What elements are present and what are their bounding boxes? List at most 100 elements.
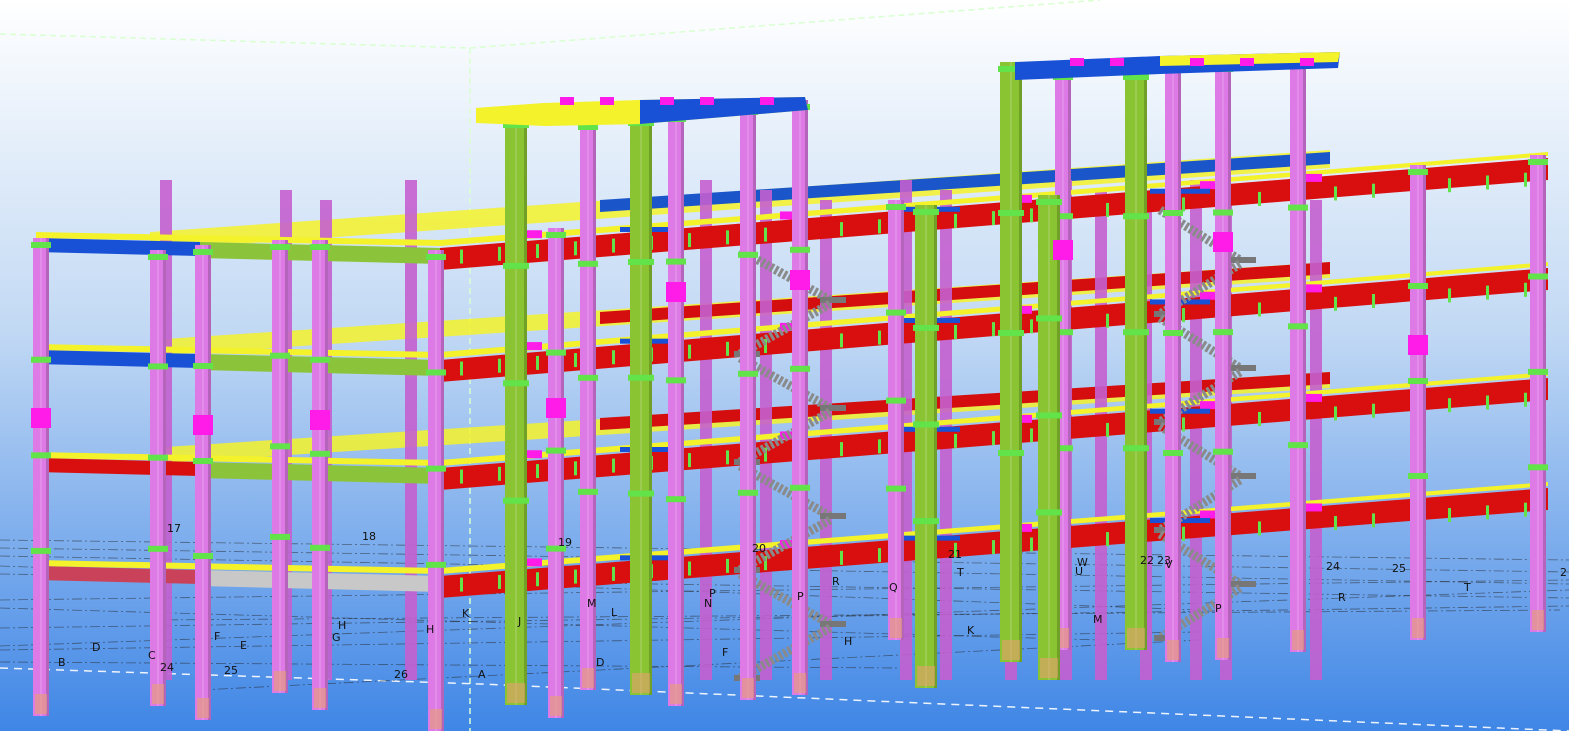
stiffener [1448, 178, 1451, 193]
base-plate [546, 447, 566, 454]
grid-label: 19 [558, 536, 572, 549]
grid-label: D [596, 656, 604, 669]
column-shade [46, 238, 49, 716]
stiffener [574, 461, 577, 476]
grid-label: H [844, 635, 852, 648]
column-base [582, 668, 594, 688]
base-plate [1123, 213, 1149, 220]
column-bracket [790, 270, 810, 290]
base-plate [666, 496, 686, 503]
stair-landing [1230, 473, 1256, 479]
stiffener [612, 458, 615, 473]
stiffener [1448, 508, 1451, 523]
base-plate [998, 330, 1024, 336]
column-shade [561, 228, 564, 718]
column-bracket [666, 282, 686, 302]
base-plate [1036, 199, 1062, 205]
base-plate [148, 454, 168, 461]
stiffener [878, 219, 881, 234]
column-shade [649, 116, 652, 695]
stiffener [460, 469, 463, 484]
stiffener [726, 230, 729, 245]
stiffener [1182, 526, 1185, 541]
roof-bracket [1070, 58, 1084, 66]
stiffener [1372, 513, 1375, 528]
grid-label: 22 [1140, 554, 1154, 567]
grid-label: E [240, 639, 247, 652]
grid-label: M [1093, 613, 1103, 626]
roof-bracket [1190, 58, 1204, 66]
base-plate [546, 349, 566, 356]
base-plate [628, 490, 654, 497]
base-plate [426, 254, 446, 260]
roof-bracket [660, 97, 674, 105]
grid-label: 17 [167, 522, 181, 535]
stiffener [1030, 428, 1033, 443]
stiffener [840, 333, 843, 348]
base-plate [1408, 473, 1428, 479]
steel-frame-3d-model[interactable]: 1718 19 20 21W 22 23V 24 25 2DCB 24 25FEHGH26KJMLP… [0, 0, 1569, 731]
base-plate [913, 518, 939, 525]
stiffener [498, 358, 501, 373]
grid-label: 26 [394, 668, 408, 681]
stiffener [536, 244, 539, 259]
stiffener [574, 241, 577, 256]
stiffener [1486, 395, 1489, 410]
column-bracket [1053, 240, 1073, 260]
base-plate [193, 363, 213, 369]
base-plate [790, 365, 810, 372]
column-base [1532, 610, 1544, 630]
grid-label: B [58, 656, 66, 669]
column-shade [1543, 155, 1546, 632]
stiffener [1334, 186, 1337, 201]
stiffener [1524, 502, 1527, 517]
base-plate [578, 260, 598, 267]
column-bracket [1213, 232, 1233, 252]
grid-label: P [1215, 602, 1222, 615]
column-base [35, 694, 47, 714]
base-plate [628, 374, 654, 381]
grid-label: 20 [752, 542, 766, 555]
stiffener [536, 355, 539, 370]
stiffener [1372, 403, 1375, 418]
model-viewport[interactable]: 17 18 19 20 21 W 22 23 V 24 25 2 D C B 24 25 F E H G H 26 K J M L P… [0, 0, 1569, 731]
column-web [1048, 195, 1050, 680]
stiffener [574, 569, 577, 584]
column-web [640, 116, 642, 695]
grid-label: 25 [224, 664, 238, 677]
stiffener [1448, 398, 1451, 413]
base-plate [1408, 169, 1428, 175]
base-plate [1036, 315, 1062, 322]
column-base [152, 684, 164, 704]
grid-label: J [517, 615, 521, 628]
base-plate [31, 356, 51, 363]
column-base [1217, 638, 1229, 658]
grid-label: 18 [362, 530, 376, 543]
column-web [1222, 62, 1224, 660]
stiffener [1106, 202, 1109, 217]
grid-label: R [832, 575, 840, 588]
base-plate [148, 545, 168, 552]
base-plate [738, 251, 758, 258]
column-base [314, 688, 326, 708]
grid-label: 2 [1560, 566, 1567, 579]
stiffener [840, 550, 843, 565]
base-plate [193, 553, 213, 559]
grid-label: F [722, 646, 728, 659]
grid-label: A [478, 668, 486, 681]
column-web [515, 118, 517, 705]
column-web [555, 228, 557, 718]
column-web [319, 240, 321, 710]
stiffener [498, 466, 501, 481]
column-shade [524, 118, 527, 705]
column-base [197, 698, 209, 718]
stiffener [574, 353, 577, 368]
stiffener [1106, 532, 1109, 547]
base-plate [886, 485, 906, 492]
stiffener [1334, 296, 1337, 311]
base-plate [790, 246, 810, 253]
stiffener [612, 566, 615, 581]
base-plate [1213, 209, 1233, 216]
base-plate [578, 488, 598, 495]
grid-label: V [1165, 558, 1173, 571]
